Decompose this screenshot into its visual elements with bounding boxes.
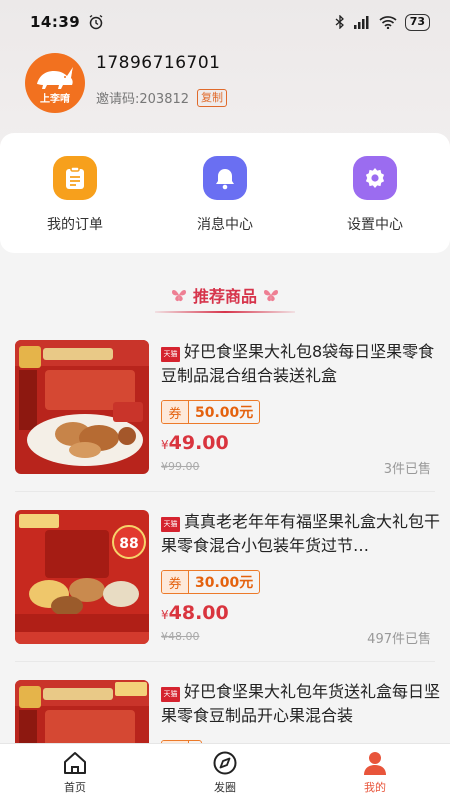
nav-circle[interactable]: 发圈	[150, 744, 300, 800]
wifi-icon	[379, 16, 397, 29]
battery-indicator: 73	[404, 13, 430, 31]
status-bar: 14:39 73	[0, 0, 450, 44]
invite-code-text: 邀请码:203812	[96, 92, 190, 107]
alarm-icon	[89, 14, 103, 30]
product-list: 天猫 好巴食坚果大礼包8袋每日坚果零食豆制品混合组合装送礼盒 券 50.00元 ¥…	[0, 322, 450, 800]
nav-home-label: 首页	[64, 781, 86, 794]
compass-icon	[213, 751, 237, 775]
quick-item-messages[interactable]: 消息中心	[150, 133, 300, 253]
price-value: 48.00	[168, 602, 229, 624]
quick-label-orders: 我的订单	[47, 217, 103, 233]
recommend-title: 推荐商品	[192, 287, 257, 306]
coupon-value: 50.00元	[195, 405, 254, 421]
signal-icon	[353, 16, 369, 29]
avatar[interactable]: 上李唷	[25, 53, 85, 113]
coupon-tag: 券	[162, 571, 189, 593]
product-title-text: 好巴食坚果大礼包年货送礼盒每日坚果零食豆制品开心果混合装	[161, 682, 441, 725]
avatar-label: 上李唷	[40, 93, 70, 105]
recommend-header: 推荐商品	[0, 283, 450, 313]
user-phone: 17896716701	[96, 53, 221, 73]
product-card[interactable]: 88 天猫 真真老老年年有福坚果礼盒大礼包干果零食混合小包装年货过节… 券 30.…	[15, 492, 440, 662]
quick-label-settings: 设置中心	[347, 217, 403, 233]
nav-home[interactable]: 首页	[0, 744, 150, 800]
user-icon	[364, 752, 386, 775]
order-icon	[53, 156, 97, 200]
product-image[interactable]	[15, 340, 149, 474]
coupon-value: 30.00元	[195, 575, 254, 591]
nav-circle-label: 发圈	[214, 781, 236, 794]
original-price: ¥48.00	[161, 630, 200, 643]
quick-item-settings[interactable]: 设置中心	[300, 133, 450, 253]
coupon-badge: 券 30.00元	[161, 570, 261, 594]
product-price: ¥48.00	[161, 602, 229, 624]
product-card[interactable]: 天猫 好巴食坚果大礼包8袋每日坚果零食豆制品混合组合装送礼盒 券 50.00元 ¥…	[15, 322, 435, 492]
product-title: 天猫 好巴食坚果大礼包8袋每日坚果零食豆制品混合组合装送礼盒	[161, 340, 441, 388]
svg-text:88: 88	[119, 536, 138, 552]
product-price: ¥49.00	[161, 432, 229, 454]
recommend-title-box: 推荐商品	[154, 283, 295, 313]
original-price: ¥99.00	[161, 460, 200, 473]
store-tag: 天猫	[161, 687, 180, 702]
sold-count: 3件已售	[383, 462, 431, 477]
currency-symbol: ¥	[161, 608, 169, 622]
product-image[interactable]: 88	[15, 510, 149, 644]
quick-actions: 我的订单 消息中心 设置中心	[0, 133, 450, 253]
nav-mine[interactable]: 我的	[300, 744, 450, 800]
gear-icon	[353, 156, 397, 200]
bottom-nav: 首页 发圈 我的	[0, 743, 450, 800]
product-title-text: 真真老老年年有福坚果礼盒大礼包干果零食混合小包装年货过节…	[161, 512, 441, 555]
recommend-underline	[154, 311, 295, 313]
quick-label-messages: 消息中心	[197, 217, 253, 233]
product-title: 天猫 好巴食坚果大礼包年货送礼盒每日坚果零食豆制品开心果混合装	[161, 680, 441, 728]
product-title-text: 好巴食坚果大礼包8袋每日坚果零食豆制品混合组合装送礼盒	[161, 342, 435, 385]
butterfly-icon	[171, 290, 186, 302]
home-icon	[64, 752, 86, 774]
store-tag: 天猫	[161, 347, 180, 362]
coupon-badge: 券 50.00元	[161, 400, 261, 424]
butterfly-icon	[264, 290, 278, 302]
coupon-tag: 券	[162, 401, 189, 423]
bell-icon	[203, 156, 247, 200]
sold-count: 497件已售	[367, 632, 431, 647]
product-title: 天猫 真真老老年年有福坚果礼盒大礼包干果零食混合小包装年货过节…	[161, 510, 441, 558]
store-tag: 天猫	[161, 517, 180, 532]
quick-item-orders[interactable]: 我的订单	[0, 133, 150, 253]
nav-mine-label: 我的	[364, 781, 386, 794]
status-time: 14:39	[30, 13, 81, 31]
currency-symbol: ¥	[161, 438, 169, 452]
bluetooth-icon	[335, 15, 344, 29]
rhino-logo-icon	[37, 66, 73, 89]
invite-code: 邀请码:203812 复制	[96, 88, 228, 107]
copy-button[interactable]: 复制	[197, 88, 228, 107]
price-value: 49.00	[168, 432, 229, 454]
